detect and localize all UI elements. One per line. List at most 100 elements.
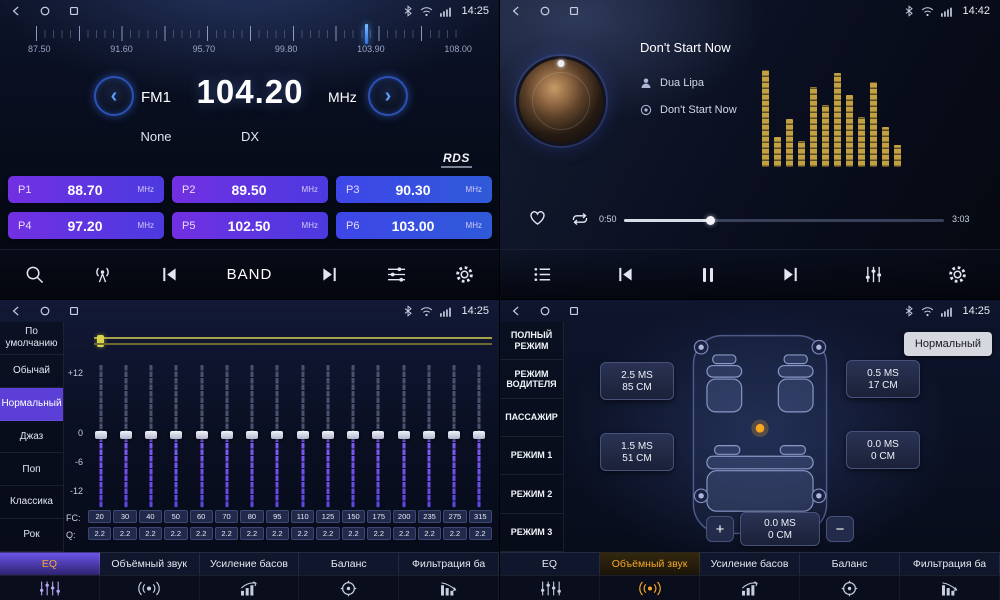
delay-rear-left[interactable]: 1.5 MS 51 CM: [600, 433, 674, 471]
eq-band-knob[interactable]: [448, 431, 460, 439]
home-icon[interactable]: [539, 305, 551, 317]
eq-band-slider[interactable]: [113, 364, 138, 508]
eq-band-knob[interactable]: [196, 431, 208, 439]
eq-band-knob[interactable]: [221, 431, 233, 439]
frequency-scale[interactable]: 87.50 91.60 95.70 99.80 103.90 108.00: [28, 24, 472, 60]
eq-band-knob[interactable]: [398, 431, 410, 439]
eq-band-slider[interactable]: [416, 364, 441, 508]
eq-band-slider[interactable]: [341, 364, 366, 508]
eq-band-slider[interactable]: [391, 364, 416, 508]
recents-icon[interactable]: [568, 5, 580, 17]
delay-increase-button[interactable]: +: [706, 516, 734, 542]
mixer-icon[interactable]: [863, 265, 884, 284]
delay-front-right[interactable]: 0.5 MS 17 CM: [846, 360, 920, 398]
eq-band-knob[interactable]: [95, 431, 107, 439]
settings-gear-icon[interactable]: [947, 264, 968, 285]
eq-band-knob[interactable]: [347, 431, 359, 439]
mode-2[interactable]: РЕЖИМ 2: [500, 475, 563, 513]
mode-3[interactable]: РЕЖИМ 3: [500, 514, 563, 552]
mode-passenger[interactable]: ПАССАЖИР: [500, 399, 563, 437]
home-icon[interactable]: [39, 5, 51, 17]
mode-driver[interactable]: РЕЖИМ ВОДИТЕЛЯ: [500, 360, 563, 398]
surround-sound-icon[interactable]: [600, 576, 700, 600]
eq-sliders-icon[interactable]: [500, 576, 600, 600]
eq-band-slider[interactable]: [442, 364, 467, 508]
eq-band-knob[interactable]: [322, 431, 334, 439]
search-icon[interactable]: [24, 264, 45, 285]
surround-sound-icon[interactable]: [100, 576, 200, 600]
preset-button-6[interactable]: P6 103.00 MHz: [336, 212, 492, 239]
favorite-heart-icon[interactable]: [528, 209, 547, 226]
previous-track-icon[interactable]: [616, 266, 635, 283]
preset-button-3[interactable]: P3 90.30 MHz: [336, 176, 492, 203]
recents-icon[interactable]: [68, 305, 80, 317]
eq-band-slider[interactable]: [164, 364, 189, 508]
tab-filter[interactable]: Фильтрация ба: [399, 552, 499, 575]
eq-band-slider[interactable]: [88, 364, 113, 508]
recents-icon[interactable]: [68, 5, 80, 17]
back-icon[interactable]: [510, 5, 522, 17]
seek-down-button[interactable]: ‹: [94, 76, 134, 116]
eq-band-slider[interactable]: [265, 364, 290, 508]
tab-balance[interactable]: Баланс: [800, 552, 900, 575]
profile-button[interactable]: Нормальный: [904, 332, 992, 356]
home-icon[interactable]: [539, 5, 551, 17]
back-icon[interactable]: [10, 5, 22, 17]
preset-button-4[interactable]: P4 97.20 MHz: [8, 212, 164, 239]
eq-band-slider[interactable]: [240, 364, 265, 508]
previous-track-icon[interactable]: [160, 266, 179, 283]
tab-bass-boost[interactable]: Усиление басов: [200, 552, 300, 575]
eq-band-knob[interactable]: [297, 431, 309, 439]
next-track-icon[interactable]: [320, 266, 339, 283]
eq-band-slider[interactable]: [189, 364, 214, 508]
mode-1[interactable]: РЕЖИМ 1: [500, 437, 563, 475]
preset-button-1[interactable]: P1 88.70 MHz: [8, 176, 164, 203]
progress-bar[interactable]: [624, 219, 944, 222]
eq-preset-custom[interactable]: Обычай: [0, 355, 63, 388]
eq-preset-classic[interactable]: Классика: [0, 486, 63, 519]
repeat-icon[interactable]: [570, 212, 590, 226]
audio-settings-icon[interactable]: [386, 265, 407, 284]
eq-band-knob[interactable]: [271, 431, 283, 439]
delay-rear-right[interactable]: 0.0 MS 0 CM: [846, 431, 920, 469]
eq-band-knob[interactable]: [423, 431, 435, 439]
pause-icon[interactable]: [698, 265, 718, 285]
mode-full[interactable]: ПОЛНЫЙ РЕЖИМ: [500, 322, 563, 360]
master-level-slider[interactable]: [94, 336, 492, 346]
settings-gear-icon[interactable]: [454, 264, 475, 285]
eq-preset-jazz[interactable]: Джаз: [0, 421, 63, 454]
eq-band-knob[interactable]: [246, 431, 258, 439]
eq-band-knob[interactable]: [372, 431, 384, 439]
bass-filter-icon[interactable]: [900, 576, 1000, 600]
balance-fader-icon[interactable]: [800, 576, 900, 600]
eq-sliders-icon[interactable]: [0, 576, 100, 600]
seek-up-button[interactable]: ›: [368, 76, 408, 116]
eq-band-slider[interactable]: [315, 364, 340, 508]
preset-button-2[interactable]: P2 89.50 MHz: [172, 176, 328, 203]
next-track-icon[interactable]: [781, 266, 800, 283]
bass-boost-icon[interactable]: [200, 576, 300, 600]
tab-eq[interactable]: EQ: [0, 552, 100, 575]
tab-filter[interactable]: Фильтрация ба: [900, 552, 1000, 575]
eq-preset-normal[interactable]: Нормальный: [0, 388, 63, 421]
recents-icon[interactable]: [568, 305, 580, 317]
delay-front-left[interactable]: 2.5 MS 85 CM: [600, 362, 674, 400]
eq-band-knob[interactable]: [170, 431, 182, 439]
tab-surround[interactable]: Объёмный звук: [100, 552, 200, 575]
back-icon[interactable]: [510, 305, 522, 317]
bass-boost-icon[interactable]: [700, 576, 800, 600]
tab-balance[interactable]: Баланс: [299, 552, 399, 575]
eq-band-slider[interactable]: [214, 364, 239, 508]
master-slider-knob[interactable]: [97, 335, 104, 347]
eq-preset-pop[interactable]: Поп: [0, 453, 63, 486]
delay-decrease-button[interactable]: −: [826, 516, 854, 542]
eq-band-knob[interactable]: [473, 431, 485, 439]
eq-band-knob[interactable]: [120, 431, 132, 439]
home-icon[interactable]: [39, 305, 51, 317]
eq-band-slider[interactable]: [290, 364, 315, 508]
eq-band-knob[interactable]: [145, 431, 157, 439]
eq-preset-rock[interactable]: Рок: [0, 519, 63, 552]
tab-surround[interactable]: Объёмный звук: [600, 552, 700, 575]
eq-band-slider[interactable]: [139, 364, 164, 508]
bass-filter-icon[interactable]: [399, 576, 499, 600]
